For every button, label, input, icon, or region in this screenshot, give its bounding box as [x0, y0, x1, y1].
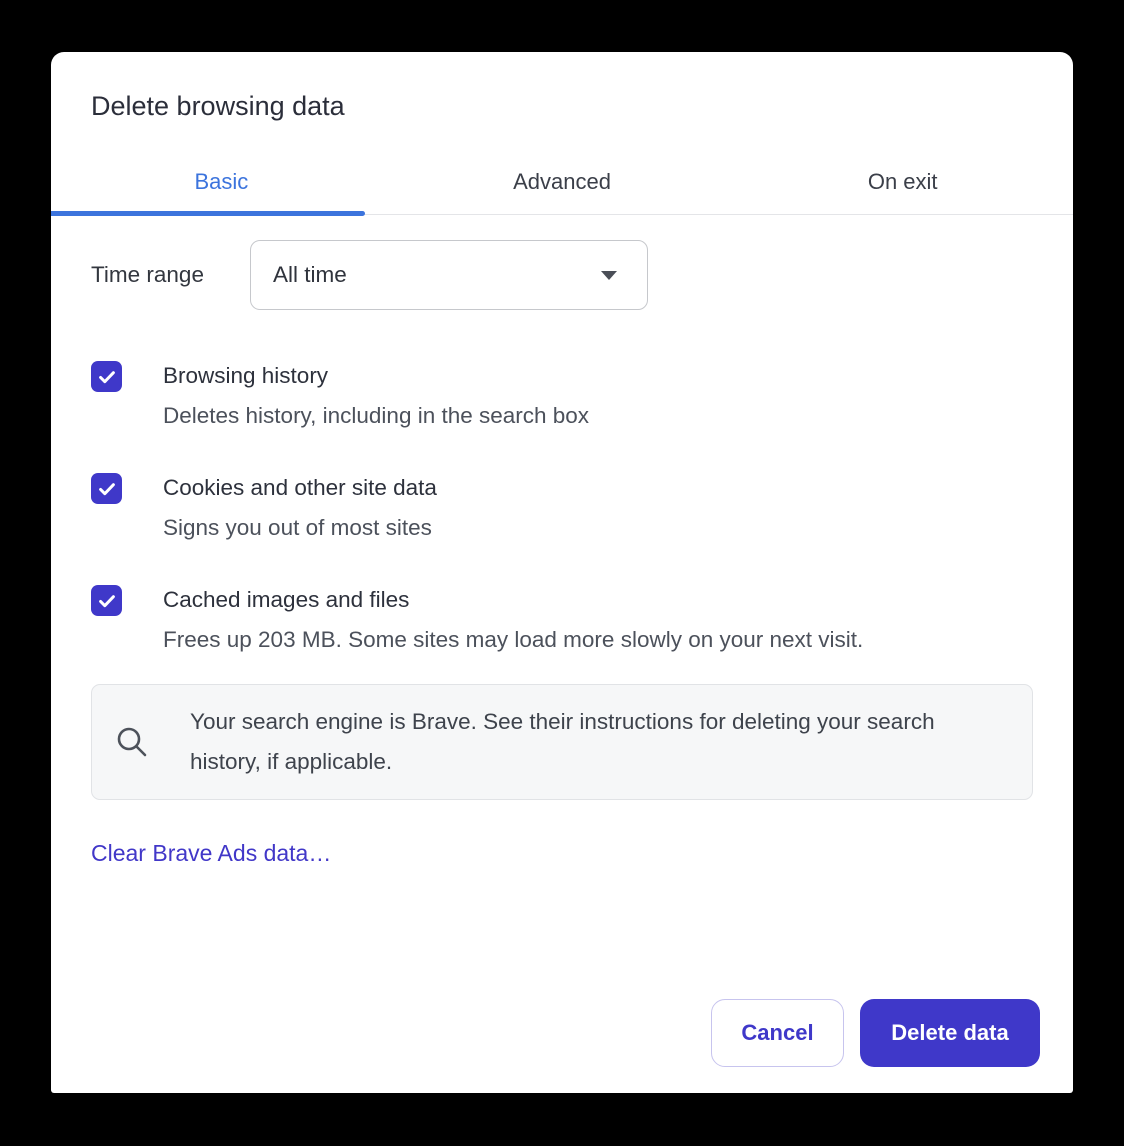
time-range-selected-value: All time: [273, 262, 347, 288]
chevron-down-icon: [601, 271, 617, 280]
active-tab-underline: [51, 211, 365, 216]
cached-images-text: Cached images and files Frees up 203 MB.…: [163, 580, 863, 660]
dialog-button-row: Cancel Delete data: [711, 999, 1040, 1067]
page-title: Delete browsing data: [91, 90, 1033, 122]
search-engine-info-text: Your search engine is Brave. See their i…: [190, 702, 1002, 782]
tab-bar: Basic Advanced On exit: [51, 150, 1073, 215]
cookies-text: Cookies and other site data Signs you ou…: [163, 468, 437, 548]
clear-brave-ads-data-link[interactable]: Clear Brave Ads data…: [91, 840, 331, 867]
checkbox-description: Signs you out of most sites: [163, 508, 437, 548]
delete-browsing-data-dialog: Delete browsing data Basic Advanced On e…: [51, 52, 1073, 1093]
search-engine-info-box: Your search engine is Brave. See their i…: [91, 684, 1033, 800]
browsing-history-checkbox[interactable]: [91, 361, 122, 392]
tab-basic[interactable]: Basic: [51, 150, 392, 214]
checkbox-description: Deletes history, including in the search…: [163, 396, 589, 436]
checkmark-icon: [96, 590, 118, 612]
browsing-history-row: Browsing history Deletes history, includ…: [91, 356, 1033, 436]
cookies-row: Cookies and other site data Signs you ou…: [91, 468, 1033, 548]
delete-data-button[interactable]: Delete data: [860, 999, 1040, 1067]
checkbox-label: Browsing history: [163, 356, 589, 396]
browsing-history-text: Browsing history Deletes history, includ…: [163, 356, 589, 436]
time-range-row: Time range All time: [91, 240, 1033, 310]
tab-advanced[interactable]: Advanced: [392, 150, 733, 214]
checkmark-icon: [96, 366, 118, 388]
cookies-checkbox[interactable]: [91, 473, 122, 504]
checkbox-label: Cookies and other site data: [163, 468, 437, 508]
cancel-button[interactable]: Cancel: [711, 999, 844, 1067]
time-range-dropdown[interactable]: All time: [250, 240, 648, 310]
dialog-content: Time range All time Browsing history Del…: [51, 240, 1073, 867]
checkmark-icon: [96, 478, 118, 500]
checkbox-description: Frees up 203 MB. Some sites may load mor…: [163, 620, 863, 660]
tab-on-exit[interactable]: On exit: [732, 150, 1073, 214]
search-icon: [114, 724, 150, 760]
time-range-label: Time range: [91, 262, 250, 288]
checkbox-label: Cached images and files: [163, 580, 863, 620]
cached-images-row: Cached images and files Frees up 203 MB.…: [91, 580, 1033, 660]
cached-images-checkbox[interactable]: [91, 585, 122, 616]
